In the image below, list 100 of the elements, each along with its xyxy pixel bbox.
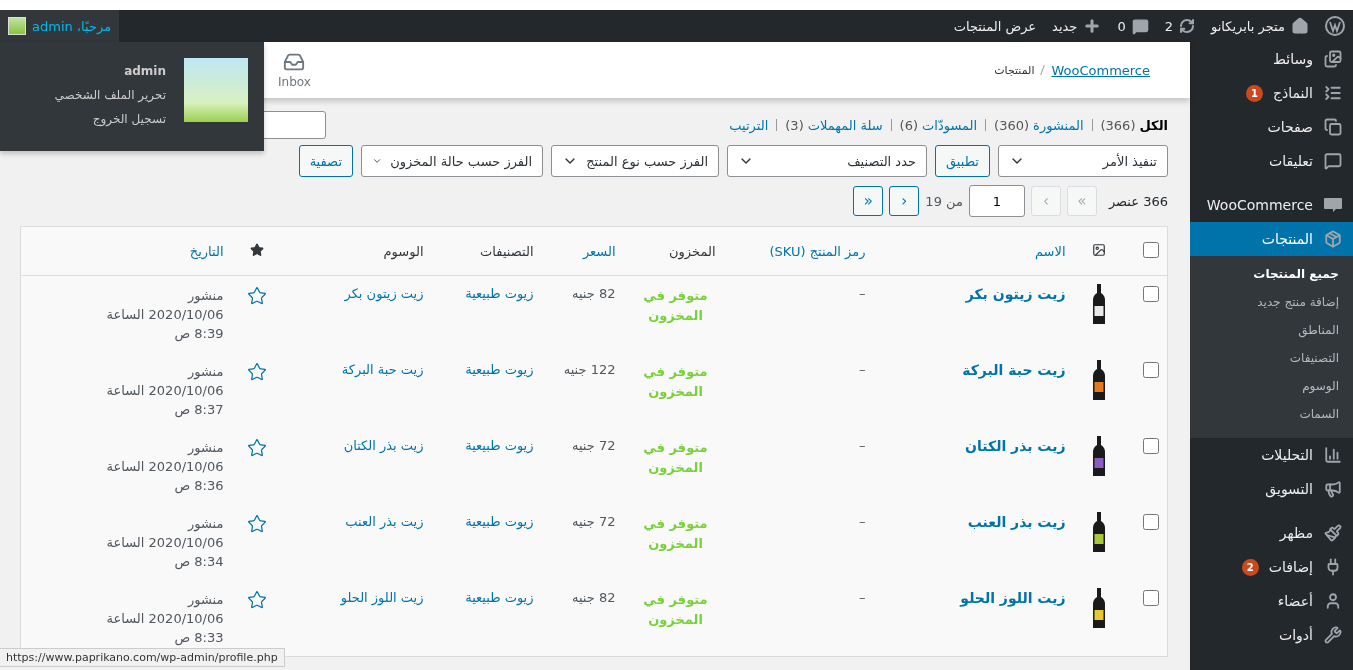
row-checkbox[interactable]	[1143, 438, 1159, 454]
date-text: 2020/10/06 الساعة 8:34 ص	[106, 535, 224, 569]
inbox-button[interactable]: Inbox	[278, 51, 311, 89]
tag-link[interactable]: زيت اللوز الحلو	[340, 590, 424, 605]
column-header[interactable]: رمز المنتج (SKU)	[769, 243, 866, 259]
filter-button[interactable]: تصفية	[298, 145, 353, 177]
tag-link[interactable]: زيت بذر العنب	[345, 514, 424, 529]
price-text: 122 جنيه	[563, 362, 616, 377]
account-menu-link[interactable]: تسجيل الخروج	[54, 112, 166, 126]
sidebar-item[interactable]: التحليلات	[1190, 438, 1353, 472]
product-name-link[interactable]: زيت بذر الكتان	[965, 438, 1066, 454]
select-all-checkbox[interactable]	[1143, 241, 1159, 258]
filter-select[interactable]: الفرز حسب حالة المخزون	[361, 145, 543, 177]
sidebar-item[interactable]: WooCommerce	[1190, 188, 1353, 222]
category-link[interactable]: زيوت طبيعية	[465, 362, 534, 377]
view-filter-link[interactable]: الترتيب	[729, 117, 769, 133]
price-text: 72 جنيه	[571, 514, 616, 529]
submenu-item[interactable]: السمات	[1190, 402, 1353, 430]
column-header[interactable]: السعر	[582, 243, 616, 259]
sidebar-item[interactable]: أدوات	[1190, 618, 1353, 652]
column-header: الوسوم	[383, 243, 424, 259]
row-checkbox[interactable]	[1143, 362, 1159, 378]
bottle-image	[1092, 284, 1105, 324]
breadcrumb-link[interactable]: WooCommerce	[1051, 62, 1150, 78]
price-text: 82 جنيه	[571, 590, 616, 605]
featured-star-icon[interactable]	[246, 514, 267, 534]
bulk-action-select[interactable]: تنفيذ الأمر	[998, 145, 1168, 177]
price-text: 82 جنيه	[571, 286, 616, 301]
sku-text: –	[859, 590, 866, 605]
stock-status: متوفر في المخزون	[642, 439, 709, 477]
sku-text: –	[859, 286, 866, 301]
featured-star-icon[interactable]	[246, 362, 267, 382]
product-name-link[interactable]: زيت بذر العنب	[967, 514, 1066, 530]
date-text: 2020/10/06 الساعة 8:39 ص	[106, 307, 224, 341]
sidebar-item[interactable]: أعضاء	[1190, 584, 1353, 618]
pagination-button[interactable]: ›	[889, 186, 920, 216]
sidebar-item[interactable]: صفحات	[1190, 110, 1353, 144]
wordpress-logo-icon[interactable]	[1325, 16, 1345, 36]
bottle-image	[1092, 588, 1105, 628]
category-link[interactable]: زيوت طبيعية	[465, 438, 534, 453]
tools-icon	[1324, 626, 1342, 644]
site-name-link[interactable]: متجر بابريكانو	[1202, 10, 1317, 42]
product-name-link[interactable]: زيت اللوز الحلو	[960, 590, 1066, 606]
stock-status: متوفر في المخزون	[642, 287, 709, 325]
category-link[interactable]: زيوت طبيعية	[465, 514, 534, 529]
row-checkbox[interactable]	[1143, 590, 1159, 606]
status-text: منشور	[188, 516, 224, 531]
filter-select[interactable]: حدد التصنيف	[727, 145, 927, 177]
date-text: 2020/10/06 الساعة 8:37 ص	[106, 383, 224, 417]
stock-status: متوفر في المخزون	[642, 363, 709, 401]
apply-button[interactable]: تطبيق	[935, 145, 990, 177]
tag-link[interactable]: زيت زيتون بكر	[344, 286, 424, 301]
category-link[interactable]: زيوت طبيعية	[465, 286, 534, 301]
sidebar-item[interactable]: وسائط	[1190, 42, 1353, 76]
featured-star-icon[interactable]	[246, 286, 267, 306]
column-header[interactable]: الاسم	[1034, 243, 1066, 259]
sidebar-item[interactable]: التسويق	[1190, 472, 1353, 506]
star-icon[interactable]	[249, 242, 264, 257]
tag-link[interactable]: زيت حبة البركة	[341, 362, 424, 377]
product-name-link[interactable]: زيت حبة البركة	[962, 362, 1066, 378]
status-url-tooltip: https://www.paprikano.com/wp-admin/profile.php	[0, 648, 285, 667]
column-header[interactable]: التاريخ	[189, 243, 224, 259]
account-menu-link[interactable]: تحرير الملف الشخصي	[54, 88, 166, 102]
view-products-link[interactable]: عرض المنتجات	[945, 10, 1045, 42]
avatar-image	[8, 17, 26, 35]
submenu-item[interactable]: الوسوم	[1190, 374, 1353, 402]
status-text: منشور	[188, 592, 224, 607]
plus-icon	[1083, 17, 1102, 35]
featured-star-icon[interactable]	[246, 590, 267, 610]
inbox-icon	[283, 51, 306, 73]
home-icon	[1291, 17, 1309, 35]
comments-link[interactable]: 0	[1109, 10, 1157, 42]
photo-placeholder	[184, 58, 248, 122]
submenu-item[interactable]: إضافة منتج جديد	[1190, 290, 1353, 318]
updates-link[interactable]: 2	[1156, 10, 1203, 42]
filter-select[interactable]: الفرز حسب نوع المنتج	[551, 145, 719, 177]
sku-text: –	[859, 362, 866, 377]
sidebar-item[interactable]: تعليقات	[1190, 144, 1353, 178]
bottle-image	[1092, 436, 1105, 476]
submenu-item[interactable]: جميع المنتجات	[1190, 262, 1353, 290]
row-checkbox[interactable]	[1143, 514, 1159, 530]
tag-link[interactable]: زيت بذر الكتان	[343, 438, 424, 453]
submenu-item[interactable]: التصنيفات	[1190, 346, 1353, 374]
new-content-link[interactable]: جديد	[1044, 10, 1110, 42]
count-badge: 1	[1246, 84, 1263, 102]
featured-star-icon[interactable]	[246, 438, 267, 458]
submenu-item[interactable]: المناطق	[1190, 318, 1353, 346]
pagination-button[interactable]: »	[853, 186, 884, 216]
stock-status: متوفر في المخزون	[642, 515, 709, 553]
comments-icon	[1324, 152, 1342, 170]
row-checkbox[interactable]	[1143, 286, 1159, 302]
sku-text: –	[859, 514, 866, 529]
comment-icon	[1131, 17, 1149, 35]
account-menu-toggle[interactable]: مرحبًا، admin	[0, 10, 120, 42]
items-count: 366 عنصر	[1108, 193, 1168, 209]
sku-text: –	[859, 438, 866, 453]
category-link[interactable]: زيوت طبيعية	[465, 590, 534, 605]
sidebar-item[interactable]: مظهر	[1190, 516, 1353, 550]
page-number-field[interactable]: 1	[968, 185, 1025, 217]
product-name-link[interactable]: زيت زيتون بكر	[965, 286, 1066, 302]
